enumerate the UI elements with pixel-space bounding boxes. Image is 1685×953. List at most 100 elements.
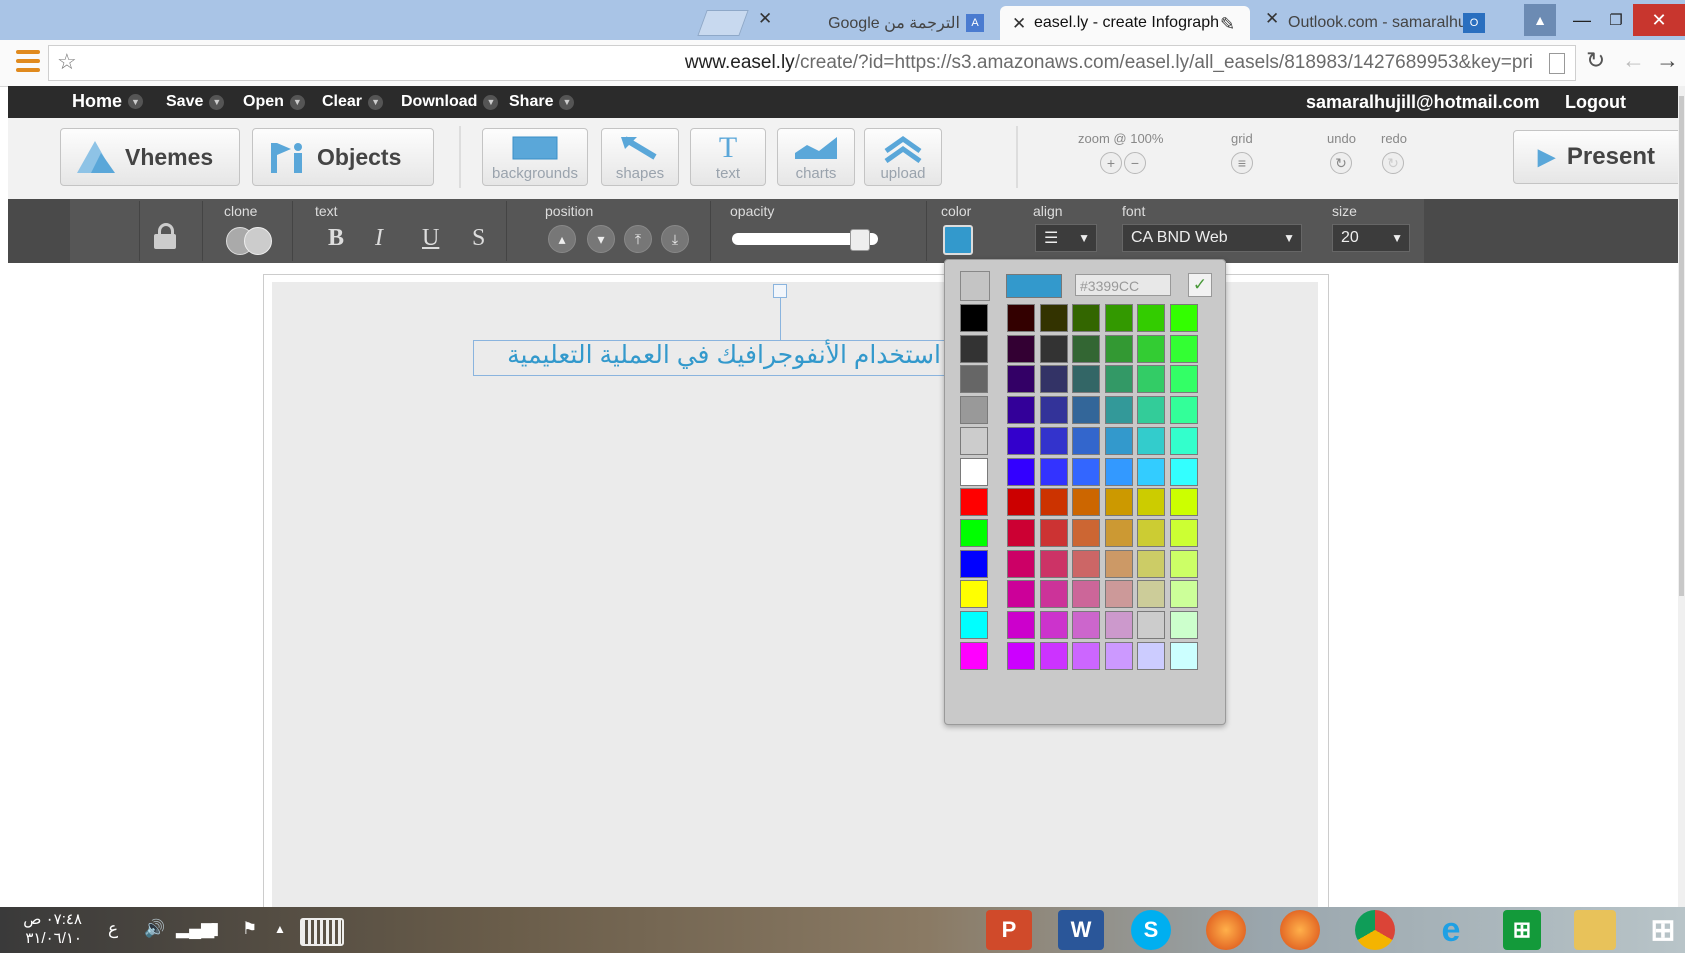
color-swatch[interactable] [1105,427,1133,455]
underline-button[interactable]: U [422,225,439,252]
color-swatch[interactable] [1007,488,1035,516]
color-swatch[interactable] [1137,458,1165,486]
color-swatch[interactable] [1170,458,1198,486]
color-swatch[interactable] [1105,335,1133,363]
color-swatch[interactable] [1072,519,1100,547]
opacity-slider[interactable] [732,229,878,251]
color-swatch[interactable] [1137,611,1165,639]
color-swatch[interactable] [960,427,988,455]
firefox-icon[interactable] [1280,910,1320,950]
color-swatch[interactable] [1105,396,1133,424]
color-swatch[interactable] [1170,396,1198,424]
color-swatch[interactable] [1040,611,1068,639]
color-swatch[interactable] [1072,458,1100,486]
color-swatch[interactable] [1040,488,1068,516]
redo-icon[interactable]: ↻ [1382,152,1404,174]
color-swatch[interactable] [1105,365,1133,393]
color-swatch[interactable] [1170,611,1198,639]
color-swatch[interactable] [1137,580,1165,608]
color-swatch[interactable] [1105,488,1133,516]
forward-icon[interactable]: → [1656,47,1679,74]
send-to-back-icon[interactable]: ⤓ [661,225,689,253]
logout-link[interactable]: Logout [1565,92,1626,113]
color-swatch[interactable] [960,488,988,516]
color-swatch[interactable] [1105,304,1133,332]
color-swatch[interactable] [1040,427,1068,455]
color-swatch[interactable] [1007,580,1035,608]
rotate-handle[interactable] [773,284,787,298]
color-swatch[interactable] [960,550,988,578]
skype-icon[interactable]: S [1131,910,1171,950]
color-swatch[interactable] [1137,519,1165,547]
color-swatch[interactable] [1170,550,1198,578]
tab-easelly[interactable]: ✕ easel.ly - create Infograph ✎ [1000,6,1250,40]
keyboard-icon[interactable] [300,918,344,946]
color-swatch[interactable] [960,519,988,547]
input-language[interactable]: ع [108,919,118,939]
menu-open[interactable]: Open ▼ [243,93,305,111]
color-swatch[interactable] [1072,427,1100,455]
shapes-button[interactable]: shapes [601,128,679,186]
color-swatch[interactable] [1137,427,1165,455]
color-swatch[interactable] [1105,611,1133,639]
power-icon[interactable]: ▮ [210,919,219,939]
color-swatch[interactable] [1137,304,1165,332]
present-button[interactable]: ▶ Present [1513,130,1685,184]
zoom-in-icon[interactable]: + [1100,152,1122,174]
firefox-icon[interactable] [1206,910,1246,950]
move-up-icon[interactable]: ▴ [548,225,576,253]
menu-icon[interactable] [16,50,40,72]
menu-download[interactable]: Download ▼ [401,93,499,111]
color-swatch[interactable] [1040,519,1068,547]
color-swatch[interactable] [1072,488,1100,516]
size-dropdown[interactable]: 20 ▼ [1332,224,1410,252]
color-swatch[interactable] [960,611,988,639]
menu-save[interactable]: Save ▼ [166,93,225,111]
lock-icon[interactable] [154,223,176,249]
color-swatch[interactable] [1105,458,1133,486]
minimize-icon[interactable]: — [1566,4,1598,36]
color-swatch[interactable] [1137,365,1165,393]
page-scrollbar[interactable] [1678,86,1685,907]
hex-input[interactable]: #3399CC [1075,274,1171,296]
menu-share[interactable]: Share ▼ [509,93,575,111]
color-swatch[interactable] [960,580,988,608]
explorer-icon[interactable] [1574,910,1616,950]
color-swatch[interactable] [1040,580,1068,608]
signal-icon[interactable]: ▂▄▆ [176,919,214,939]
upload-button[interactable]: upload [864,128,942,186]
color-swatch[interactable] [1072,580,1100,608]
color-swatch[interactable] [1170,488,1198,516]
color-swatch[interactable] [1137,335,1165,363]
text-button[interactable]: T text [690,128,766,186]
move-down-icon[interactable]: ▾ [587,225,615,253]
font-dropdown[interactable]: CA BND Web ▼ [1122,224,1302,252]
url-field[interactable]: ☆ www.easel.ly/create/?id=https://s3.ama… [48,45,1576,81]
user-profile-icon[interactable]: ▲ [1524,4,1556,36]
color-swatch[interactable] [1040,335,1068,363]
italic-button[interactable]: I [375,225,383,252]
powerpoint-icon[interactable]: P [986,910,1032,950]
color-swatch[interactable] [1007,519,1035,547]
user-email[interactable]: samaralhujill@hotmail.com [1306,92,1540,113]
color-swatch[interactable] [960,335,988,363]
start-icon[interactable]: ⊞ [1645,910,1681,950]
color-swatch[interactable] [1040,642,1068,670]
color-swatch[interactable] [1137,642,1165,670]
vhemes-button[interactable]: Vhemes [60,128,240,186]
grid-icon[interactable]: ≡ [1231,152,1253,174]
flag-icon[interactable]: ⚑ [242,919,257,939]
menu-clear[interactable]: Clear ▼ [322,93,384,111]
color-swatch[interactable] [1007,335,1035,363]
color-swatch[interactable] [1007,642,1035,670]
color-swatch[interactable] [1007,458,1035,486]
color-swatch[interactable] [1170,519,1198,547]
color-swatch[interactable] [1137,550,1165,578]
color-swatch[interactable] [1007,550,1035,578]
tab-google-translate[interactable]: الترجمة من Google A [790,6,990,40]
color-swatch[interactable] [1072,335,1100,363]
color-swatch[interactable] [960,396,988,424]
color-swatch[interactable] [1007,365,1035,393]
word-icon[interactable]: W [1058,910,1104,950]
color-swatch[interactable] [1170,580,1198,608]
